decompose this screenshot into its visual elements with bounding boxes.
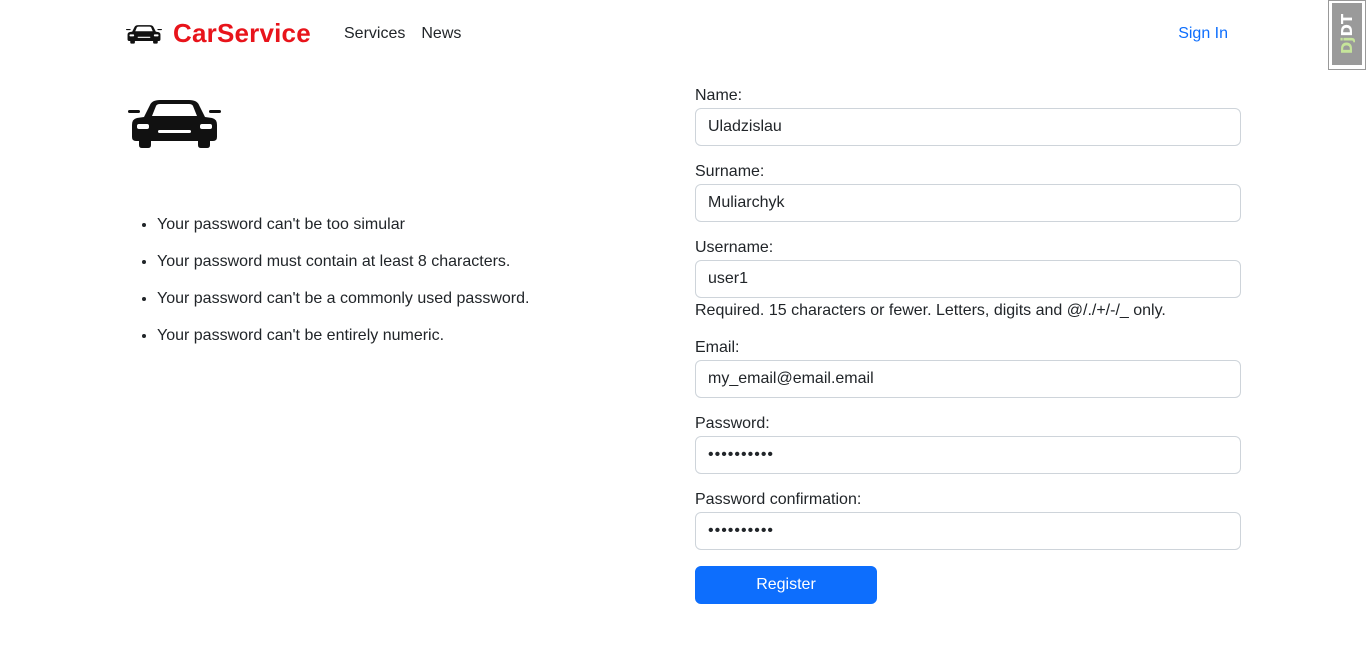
- register-button[interactable]: Register: [695, 566, 877, 604]
- password-rule: Your password can't be a commonly used p…: [157, 287, 529, 311]
- password-confirmation-field-group: Password confirmation:: [695, 490, 1241, 550]
- password-confirmation-label: Password confirmation:: [695, 491, 862, 508]
- password-label: Password:: [695, 415, 770, 432]
- nav-links: Services News: [344, 25, 461, 43]
- username-label: Username:: [695, 239, 774, 256]
- car-icon: [128, 100, 221, 148]
- password-confirmation-input[interactable]: [695, 512, 1241, 550]
- debug-toolbar-suffix: DT: [1338, 13, 1356, 37]
- brand-name: CarService: [173, 18, 311, 48]
- email-field-group: Email:: [695, 338, 1241, 398]
- debug-toolbar-prefix: Dj: [1338, 36, 1356, 55]
- car-icon: [126, 24, 162, 44]
- debug-toolbar-handle[interactable]: DjDT: [1328, 0, 1366, 70]
- password-rules-list: Your password can't be too simular Your …: [136, 213, 529, 361]
- email-label: Email:: [695, 339, 740, 356]
- password-rule: Your password must contain at least 8 ch…: [157, 250, 529, 274]
- surname-field-group: Surname:: [695, 162, 1241, 222]
- brand-link[interactable]: CarService: [126, 18, 311, 49]
- email-input[interactable]: [695, 360, 1241, 398]
- username-help-text: Required. 15 characters or fewer. Letter…: [695, 302, 1166, 319]
- sign-in-link[interactable]: Sign In: [1178, 25, 1228, 43]
- debug-toolbar-label: DjDT: [1338, 14, 1356, 54]
- password-field-group: Password:: [695, 414, 1241, 474]
- surname-label: Surname:: [695, 163, 765, 180]
- password-input[interactable]: [695, 436, 1241, 474]
- page: CarService Services News Sign In Your pa…: [0, 0, 1366, 649]
- registration-form: Name: Surname: Username: Required. 15 ch…: [695, 86, 1241, 604]
- name-input[interactable]: [695, 108, 1241, 146]
- debug-toolbar-tab: DjDT: [1332, 3, 1362, 65]
- navbar: CarService Services News Sign In: [126, 14, 1228, 54]
- username-field-group: Username: Required. 15 characters or few…: [695, 238, 1241, 322]
- name-label: Name:: [695, 87, 743, 104]
- username-input[interactable]: [695, 260, 1241, 298]
- nav-link-news[interactable]: News: [421, 25, 461, 43]
- password-rule: Your password can't be too simular: [157, 213, 529, 237]
- nav-link-services[interactable]: Services: [344, 25, 405, 43]
- password-rule: Your password can't be entirely numeric.: [157, 324, 529, 348]
- surname-input[interactable]: [695, 184, 1241, 222]
- name-field-group: Name:: [695, 86, 1241, 146]
